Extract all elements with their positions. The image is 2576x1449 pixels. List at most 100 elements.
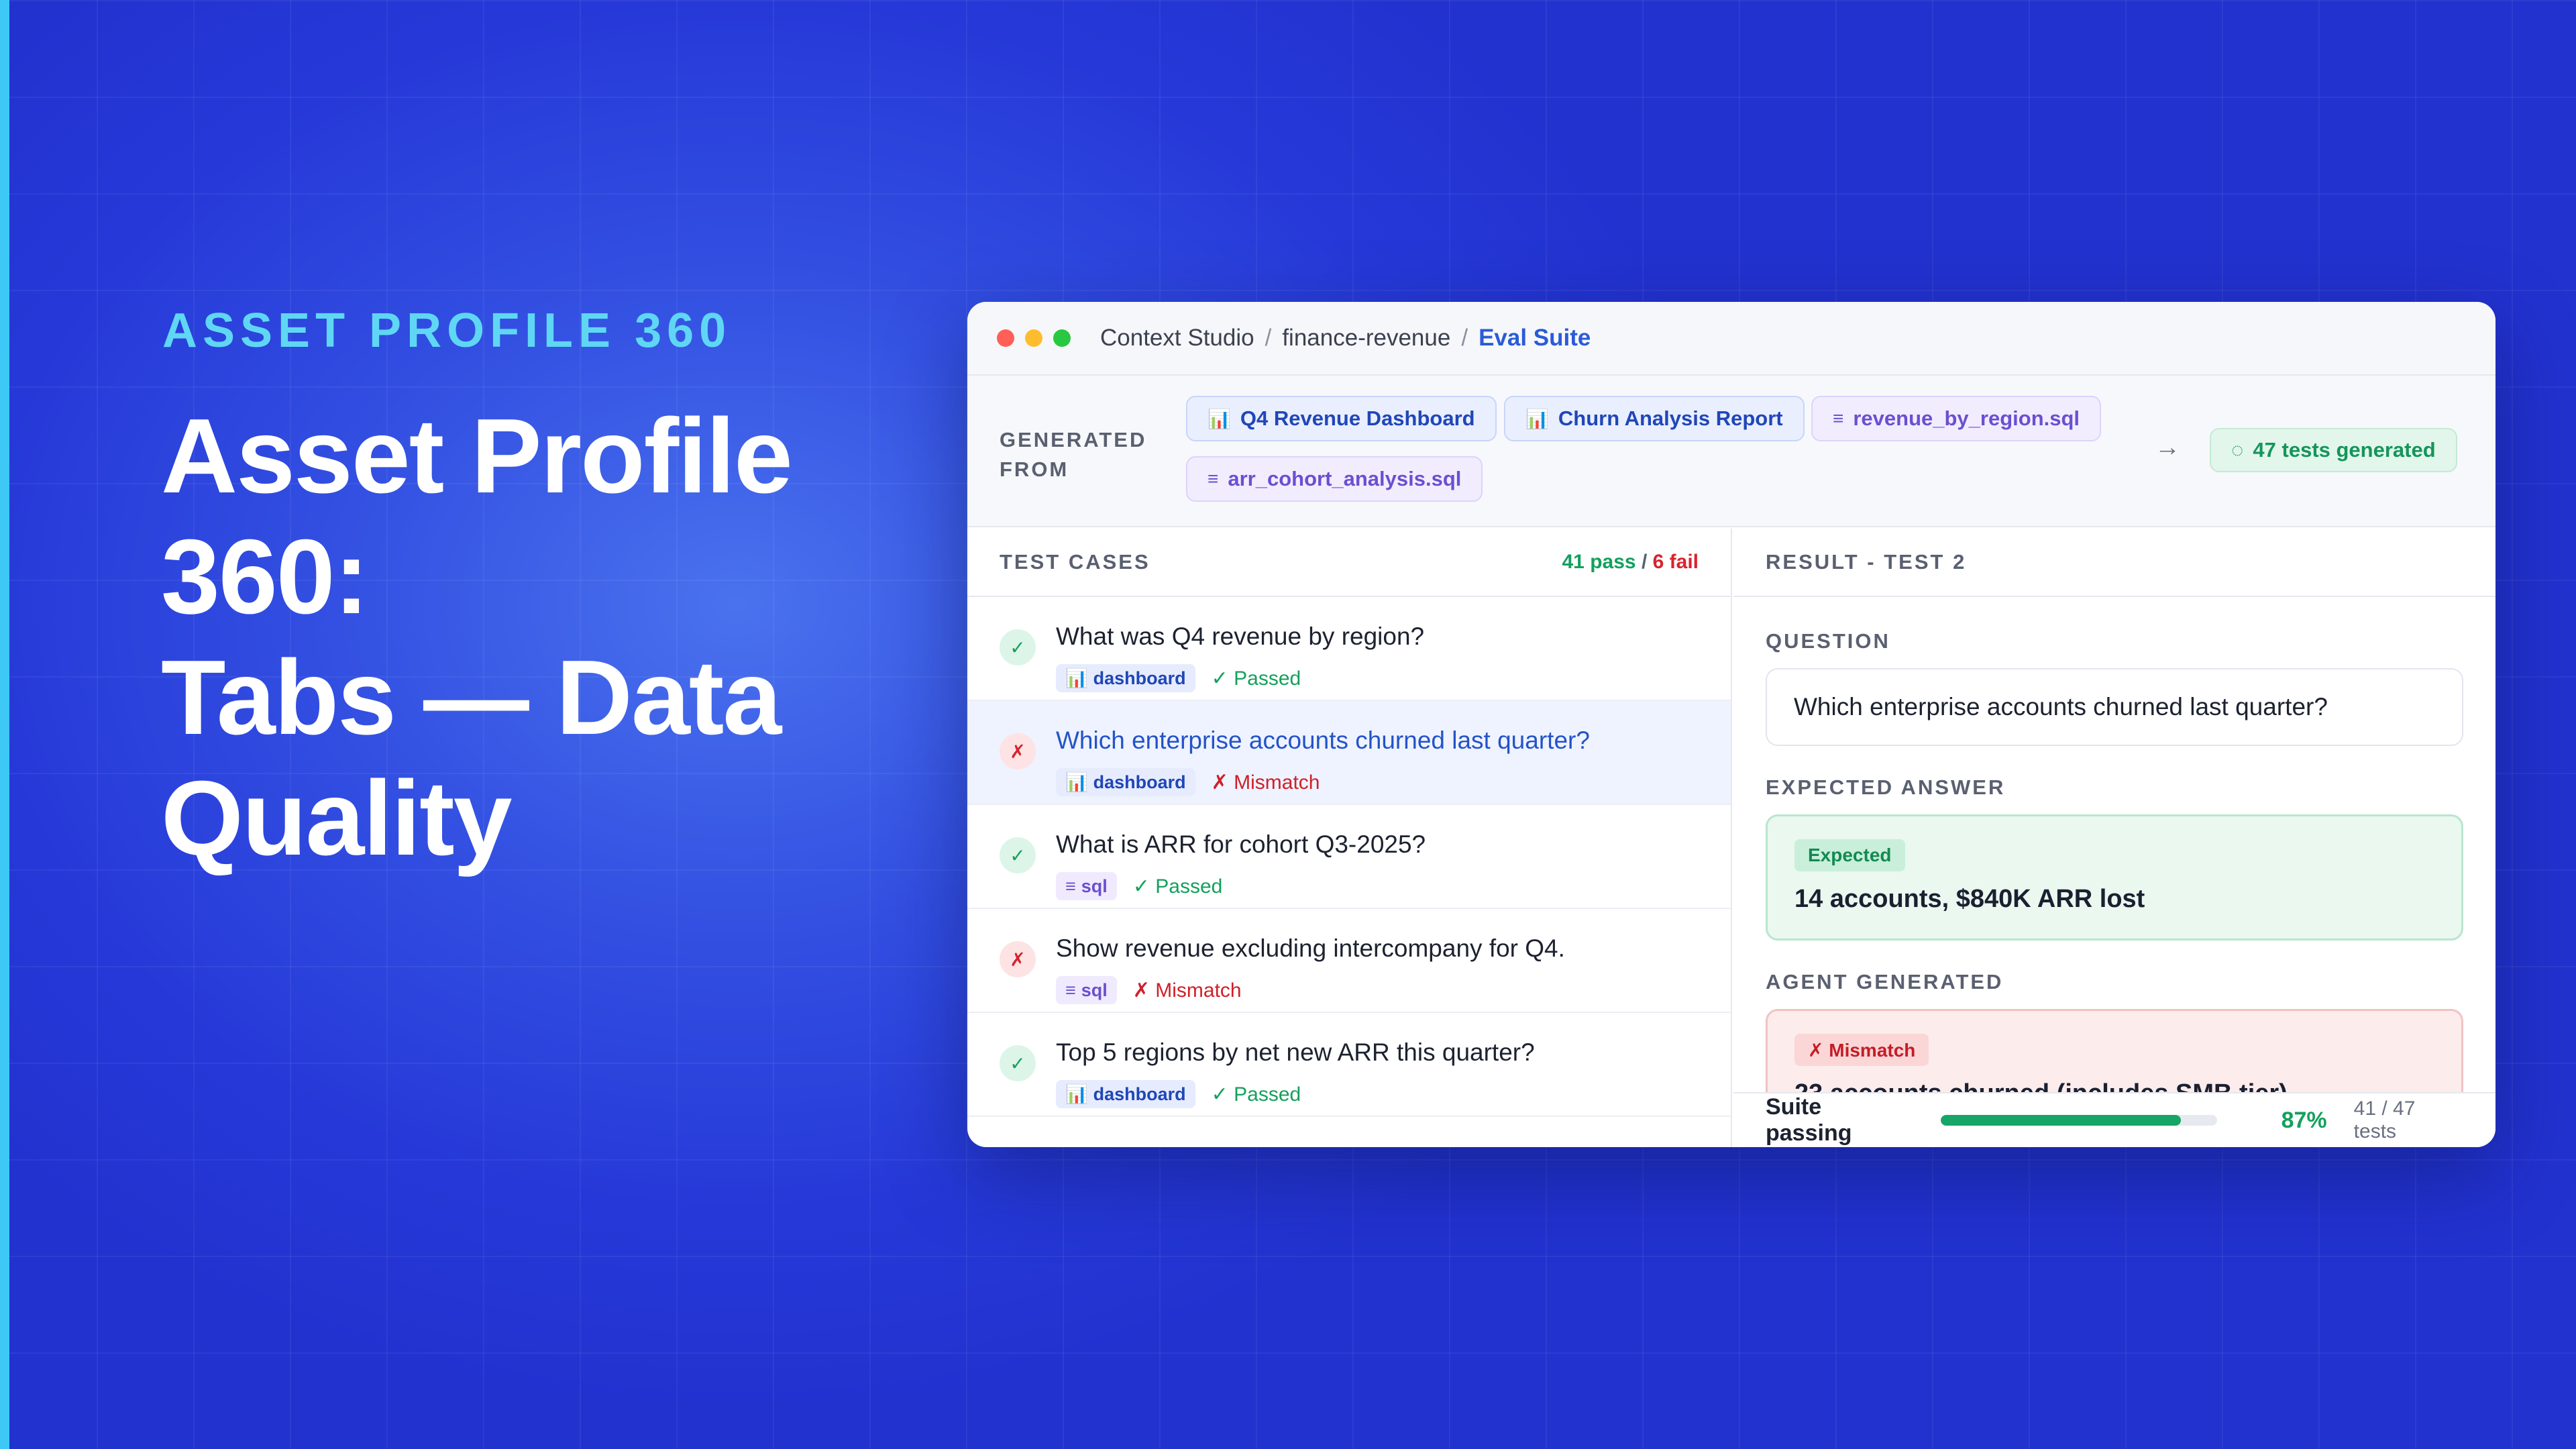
arrow-right-icon: → — [2155, 433, 2180, 462]
source-chip-label: arr_cohort_analysis.sql — [1228, 467, 1462, 490]
cross-icon: ✗ — [1000, 733, 1036, 769]
test-case-row[interactable]: ✓ What was Q4 revenue by region? 📊 dashbo… — [967, 597, 1731, 701]
expected-answer-box: Expected 14 accounts, $840K ARR lost — [1766, 814, 2463, 941]
sql-icon: ≡ — [1065, 875, 1076, 896]
result-title: RESULT - TEST 2 — [1766, 550, 1967, 574]
test-case-row[interactable]: ✓ Top 5 regions by net new ARR this quar… — [967, 1013, 1731, 1117]
test-case-row-selected[interactable]: ✗ Which enterprise accounts churned last… — [967, 701, 1731, 805]
test-case-meta: ≡ sql ✓ Passed — [1056, 872, 1222, 900]
source-tag-label: dashboard — [1093, 771, 1186, 792]
question-label: QUESTION — [1766, 629, 1890, 653]
minimize-window-button[interactable] — [1025, 329, 1042, 347]
suite-status-footer: Suite passing 87% 41 / 47 tests — [1733, 1092, 2496, 1147]
source-chip-label: Q4 Revenue Dashboard — [1240, 407, 1475, 430]
accent-strip — [0, 0, 9, 1449]
source-tag-label: sql — [1081, 875, 1108, 896]
test-result-status: ✗ Mismatch — [1132, 979, 1242, 1002]
main-content: TEST CASES 41 pass / 6 fail ✓ What was Q… — [967, 529, 2496, 1147]
check-icon: ✓ — [1000, 629, 1036, 665]
sql-icon: ≡ — [1065, 979, 1076, 1000]
test-case-question: Which enterprise accounts churned last q… — [1056, 727, 1590, 754]
tally-separator: / — [1641, 551, 1648, 573]
breadcrumb-item-eval-suite[interactable]: Eval Suite — [1479, 325, 1591, 352]
test-case-question: Show revenue excluding intercompany for … — [1056, 934, 1565, 962]
test-cases-header: TEST CASES 41 pass / 6 fail — [967, 529, 1731, 597]
check-icon: ✓ — [1000, 837, 1036, 873]
tests-generated-label: 47 tests generated — [2253, 438, 2436, 462]
title-bar: Context Studio / finance-revenue / Eval … — [967, 302, 2496, 376]
hero-title-line: Asset Profile — [161, 397, 793, 515]
bar-chart-icon: 📊 — [1208, 408, 1231, 429]
fail-count: 6 fail — [1652, 551, 1699, 573]
source-chip-q4-revenue-dashboard[interactable]: 📊 Q4 Revenue Dashboard — [1186, 396, 1497, 441]
sql-icon: ≡ — [1833, 408, 1844, 429]
breadcrumb: Context Studio / finance-revenue / Eval … — [1100, 325, 1591, 352]
breadcrumb-item-context-studio[interactable]: Context Studio — [1100, 325, 1254, 352]
bar-chart-icon: 📊 — [1065, 668, 1088, 688]
test-case-meta: ≡ sql ✗ Mismatch — [1056, 976, 1242, 1004]
test-cases-pane: TEST CASES 41 pass / 6 fail ✓ What was Q… — [967, 529, 1732, 1147]
breadcrumb-separator: / — [1265, 325, 1272, 351]
test-case-question: Top 5 regions by net new ARR this quarte… — [1056, 1038, 1535, 1066]
hero-title: Asset Profile 360: Tabs — Data Quality — [161, 396, 953, 879]
app-window: Context Studio / finance-revenue / Eval … — [967, 302, 2496, 1147]
bar-chart-icon: 📊 — [1065, 1084, 1088, 1104]
generated-from-bar: GENERATED FROM 📊 Q4 Revenue Dashboard 📊 … — [967, 376, 2496, 527]
suite-progress-fill — [1940, 1115, 2182, 1126]
source-tag: 📊 dashboard — [1056, 664, 1195, 692]
source-chip-label: Churn Analysis Report — [1558, 407, 1783, 430]
bar-chart-icon: 📊 — [1065, 772, 1088, 792]
test-case-meta: 📊 dashboard ✗ Mismatch — [1056, 768, 1320, 796]
suite-percent: 87% — [2281, 1107, 2327, 1133]
test-cases-title: TEST CASES — [1000, 550, 1150, 574]
test-case-meta: 📊 dashboard ✓ Passed — [1056, 664, 1301, 692]
source-tag: ≡ sql — [1056, 872, 1117, 900]
source-tag: 📊 dashboard — [1056, 1080, 1195, 1108]
test-result-status: ✓ Passed — [1211, 1083, 1301, 1106]
spinner-icon: ◌ — [2231, 438, 2244, 462]
question-text: Which enterprise accounts churned last q… — [1794, 693, 2328, 720]
eyebrow-label: ASSET PROFILE 360 — [162, 304, 732, 358]
expected-badge: Expected — [1794, 839, 1905, 871]
test-case-question: What was Q4 revenue by region? — [1056, 623, 1425, 650]
source-tag: 📊 dashboard — [1056, 768, 1195, 796]
source-tag-label: sql — [1081, 979, 1108, 1000]
question-box: Which enterprise accounts churned last q… — [1766, 668, 2463, 746]
test-case-question: What is ARR for cohort Q3-2025? — [1056, 830, 1426, 858]
test-result-status: ✗ Mismatch — [1211, 771, 1320, 794]
expected-answer-label: EXPECTED ANSWER — [1766, 775, 2006, 799]
test-case-row[interactable]: ✗ Show revenue excluding intercompany fo… — [967, 909, 1731, 1013]
agent-generated-label: AGENT GENERATED — [1766, 970, 2004, 994]
source-chip-churn-analysis-report[interactable]: 📊 Churn Analysis Report — [1504, 396, 1805, 441]
sql-icon: ≡ — [1208, 468, 1219, 489]
suite-progress-bar — [1940, 1115, 2217, 1126]
pass-fail-tally: 41 pass / 6 fail — [1562, 551, 1699, 574]
test-case-meta: 📊 dashboard ✓ Passed — [1056, 1080, 1301, 1108]
hero-title-line: Tabs — Data — [161, 639, 782, 757]
result-pane: RESULT - TEST 2 QUESTION Which enterpris… — [1733, 529, 2496, 1147]
test-result-status: ✓ Passed — [1132, 875, 1223, 898]
breadcrumb-item-finance-revenue[interactable]: finance-revenue — [1282, 325, 1450, 352]
bar-chart-icon: 📊 — [1525, 408, 1549, 429]
hero-title-line: 360: — [161, 518, 369, 636]
tests-generated-badge: ◌ 47 tests generated — [2210, 428, 2457, 472]
close-window-button[interactable] — [997, 329, 1014, 347]
breadcrumb-separator: / — [1461, 325, 1468, 351]
source-chip-arr-cohort-analysis-sql[interactable]: ≡ arr_cohort_analysis.sql — [1186, 456, 1483, 502]
source-tag-label: dashboard — [1093, 667, 1186, 688]
test-case-row[interactable]: ✓ What is ARR for cohort Q3-2025? ≡ sql ✓… — [967, 805, 1731, 909]
suite-passing-label: Suite passing — [1766, 1094, 1852, 1146]
source-chip-revenue-by-region-sql[interactable]: ≡ revenue_by_region.sql — [1811, 396, 2102, 441]
hero-title-line: Quality — [161, 759, 513, 877]
cross-icon: ✗ — [1000, 941, 1036, 977]
source-tag: ≡ sql — [1056, 976, 1117, 1004]
suite-count: 41 / 47 tests — [2353, 1097, 2416, 1142]
pass-count: 41 pass — [1562, 551, 1636, 573]
test-result-status: ✓ Passed — [1211, 667, 1301, 690]
result-header: RESULT - TEST 2 — [1733, 529, 2496, 597]
zoom-window-button[interactable] — [1053, 329, 1071, 347]
generated-from-label: GENERATED FROM — [1000, 428, 1147, 481]
check-icon: ✓ — [1000, 1045, 1036, 1081]
source-chip-label: revenue_by_region.sql — [1853, 407, 2080, 430]
source-tag-label: dashboard — [1093, 1083, 1186, 1104]
